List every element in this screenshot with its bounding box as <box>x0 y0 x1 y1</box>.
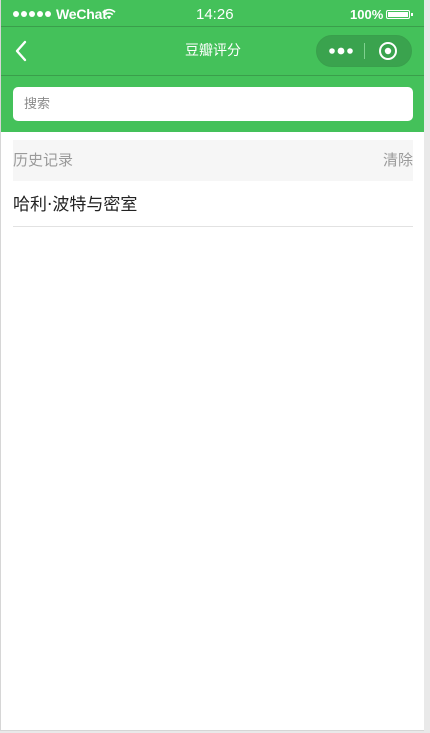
signal-dots-icon <box>13 7 51 21</box>
navigation-bar: 豆瓣评分 <box>1 27 424 75</box>
battery-percent: 100% <box>350 7 384 22</box>
carrier-label: WeChat <box>56 6 107 22</box>
history-header: 历史记录 清除 <box>13 140 413 181</box>
status-time: 14:26 <box>196 6 234 23</box>
menu-capsule <box>316 35 412 67</box>
history-title: 历史记录 <box>13 151 74 169</box>
clear-history-button[interactable]: 清除 <box>383 140 413 181</box>
more-button[interactable] <box>317 36 364 66</box>
wifi-icon <box>102 8 116 20</box>
status-bar: WeChat 14:26 100% <box>1 4 424 24</box>
history-item[interactable]: 哈利·波特与密室 <box>13 181 413 227</box>
navbar-divider <box>1 75 424 76</box>
history-list: 哈利·波特与密室 <box>13 181 413 227</box>
more-dots-icon <box>328 47 353 55</box>
search-input[interactable] <box>24 89 402 119</box>
target-circle-icon <box>379 42 397 60</box>
back-button[interactable] <box>7 37 35 65</box>
search-box <box>13 87 413 121</box>
close-miniprogram-button[interactable] <box>365 36 411 66</box>
battery-icon <box>386 10 413 19</box>
chevron-left-icon <box>15 40 27 62</box>
phone-screen: WeChat 14:26 100% 豆瓣评分 搜索 历史记录 清除 哈利·波特与… <box>0 0 424 731</box>
